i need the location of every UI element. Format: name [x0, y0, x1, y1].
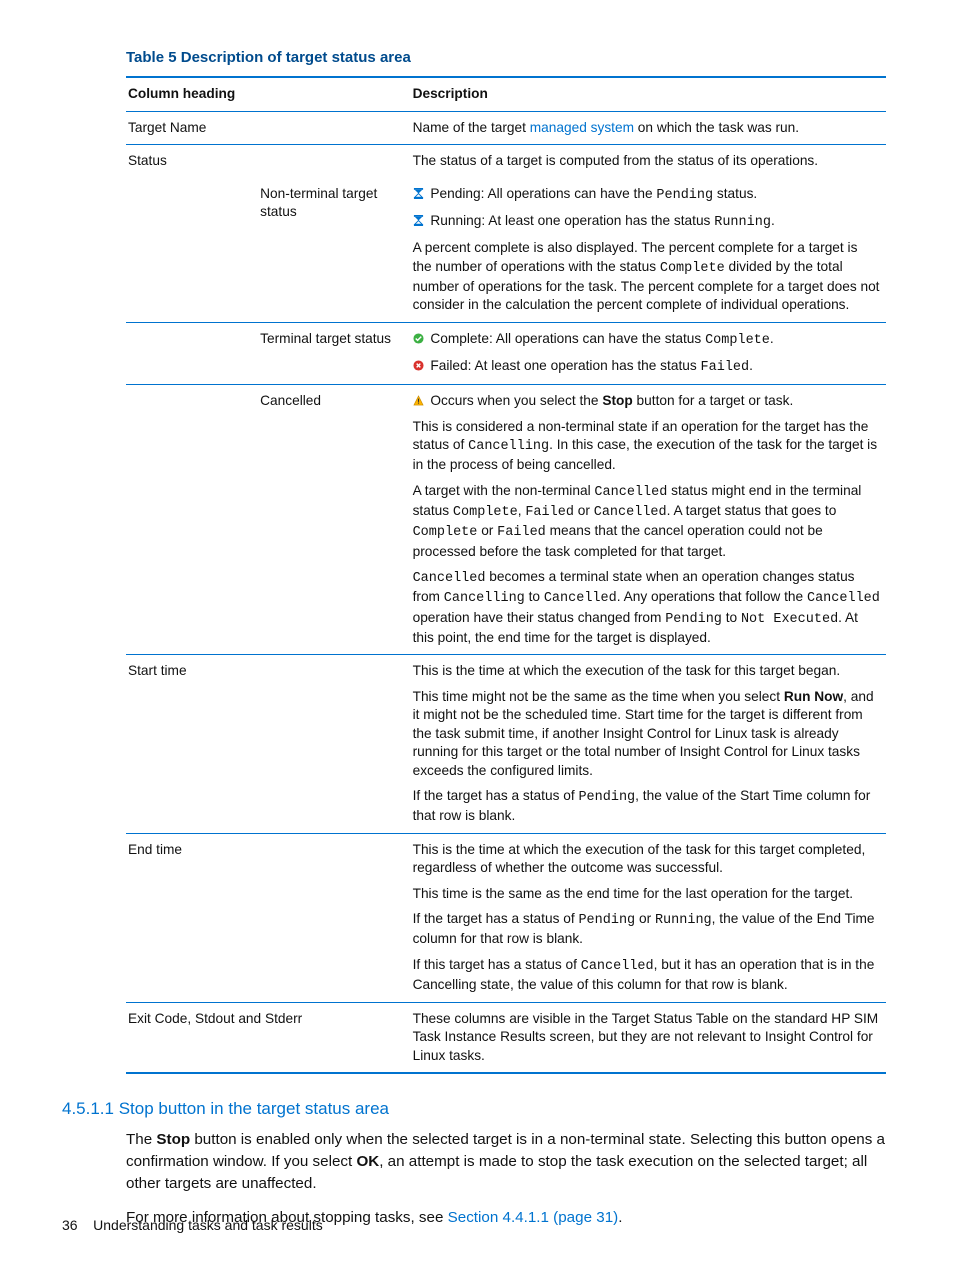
row-starttime-desc: This is the time at which the execution … — [411, 655, 886, 834]
row-nonterminal-label: Non-terminal target status — [258, 178, 410, 323]
table-row: Start time This is the time at which the… — [126, 655, 886, 834]
row-terminal-desc: Complete: All operations can have the st… — [411, 322, 886, 384]
page-footer: 36 Understanding tasks and task results — [62, 1216, 323, 1235]
row-starttime-label: Start time — [126, 655, 411, 834]
row-cancelled-desc: Occurs when you select the Stop button f… — [411, 385, 886, 655]
row-terminal-label: Terminal target status — [258, 322, 410, 384]
row-endtime-desc: This is the time at which the execution … — [411, 833, 886, 1002]
row-exitcode-desc: These columns are visible in the Target … — [411, 1002, 886, 1073]
header-column-heading: Column heading — [126, 77, 411, 111]
table-row: Exit Code, Stdout and Stderr These colum… — [126, 1002, 886, 1073]
section-heading: 4.5.1.1 Stop button in the target status… — [62, 1098, 892, 1121]
warning-icon — [413, 395, 424, 406]
table-header-row: Column heading Description — [126, 77, 886, 111]
complete-icon — [413, 333, 424, 344]
row-status-desc: The status of a target is computed from … — [411, 145, 886, 178]
table-row: End time This is the time at which the e… — [126, 833, 886, 1002]
section-link[interactable]: Section 4.4.1.1 (page 31) — [448, 1209, 619, 1226]
chapter-title: Understanding tasks and task results — [93, 1217, 323, 1233]
page-number: 36 — [62, 1217, 78, 1233]
managed-system-link[interactable]: managed system — [530, 120, 634, 135]
table-row: Target Name Name of the target managed s… — [126, 111, 886, 144]
table-row: Cancelled Occurs when you select the Sto… — [126, 385, 886, 655]
row-target-name-label: Target Name — [126, 111, 411, 144]
running-icon — [413, 215, 424, 226]
row-exitcode-label: Exit Code, Stdout and Stderr — [126, 1002, 411, 1073]
row-cancelled-label: Cancelled — [258, 385, 410, 655]
table-row: Status The status of a target is compute… — [126, 145, 886, 178]
row-status-label: Status — [126, 145, 411, 178]
row-nonterminal-desc: Pending: All operations can have the Pen… — [411, 178, 886, 323]
pending-icon — [413, 188, 424, 199]
body-paragraph: The Stop button is enabled only when the… — [126, 1129, 892, 1195]
target-status-table: Column heading Description Target Name N… — [126, 76, 886, 1074]
header-description: Description — [411, 77, 886, 111]
row-target-name-desc: Name of the target managed system on whi… — [411, 111, 886, 144]
table-row: Terminal target status Complete: All ope… — [126, 322, 886, 384]
table-title: Table 5 Description of target status are… — [126, 48, 892, 68]
row-endtime-label: End time — [126, 833, 411, 1002]
table-row: Non-terminal target status Pending: All … — [126, 178, 886, 323]
failed-icon — [413, 360, 424, 371]
